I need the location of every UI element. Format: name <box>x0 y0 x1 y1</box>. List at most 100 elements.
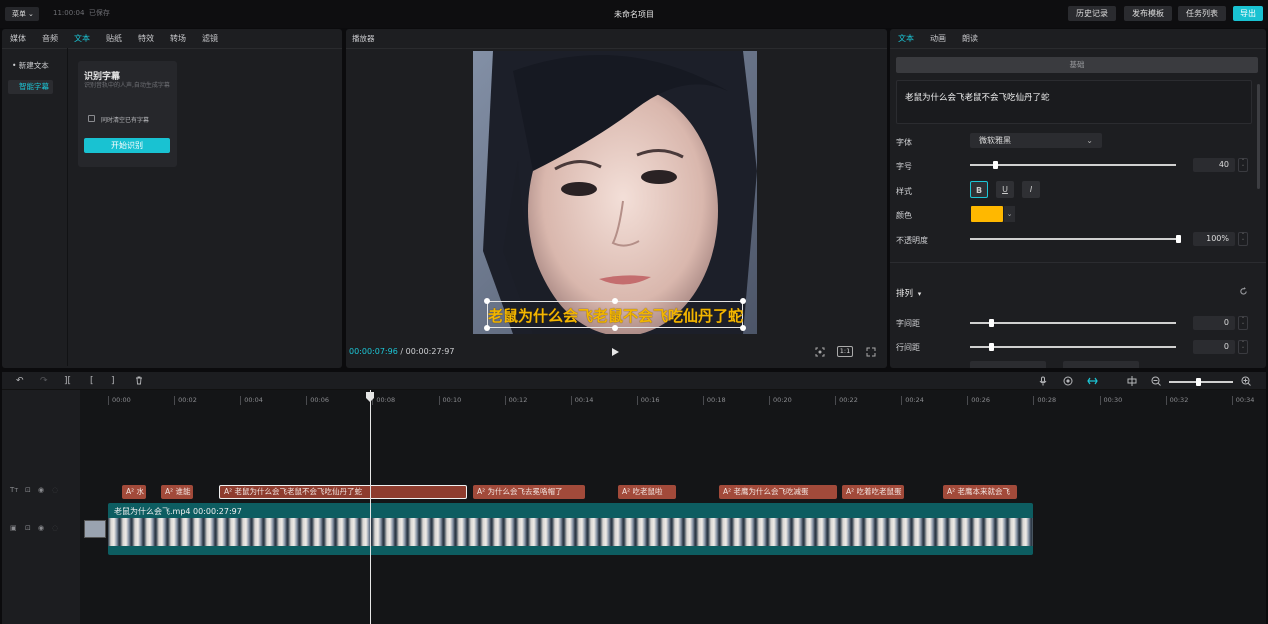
text-track-icon: Tт <box>10 486 19 494</box>
font-size-slider[interactable] <box>970 164 1176 166</box>
text-clip[interactable]: A² 老鼠为什么会飞老鼠不会飞吃仙丹了蛇 <box>219 485 467 499</box>
text-clip[interactable]: A² 谁能 <box>161 485 193 499</box>
video-clip[interactable]: 老鼠为什么会飞.mp4 00:00:27:97 <box>108 503 1033 555</box>
menu-button[interactable]: 菜单 ⌄ <box>5 7 39 21</box>
split-icon[interactable]: ][ <box>64 376 71 386</box>
menu-label: 菜单 <box>12 10 26 18</box>
line-spacing-slider-knob[interactable] <box>988 343 994 351</box>
text-content-field[interactable]: 老鼠为什么会飞老鼠不会飞吃仙丹了蛇 <box>896 80 1252 124</box>
tab-transitions[interactable]: 转场 <box>162 33 194 44</box>
reset-icon[interactable] <box>1239 287 1248 296</box>
font-size-input[interactable]: 40 <box>1193 158 1235 172</box>
text-clip[interactable]: A² 为什么会飞去冕咯帽了 <box>473 485 585 499</box>
properties-scrollbar[interactable] <box>1257 84 1260 189</box>
export-button[interactable]: 导出 <box>1233 6 1263 21</box>
task-list-button[interactable]: 任务列表 <box>1178 6 1226 21</box>
publish-template-button[interactable]: 发布模板 <box>1124 6 1172 21</box>
zoom-in-icon[interactable] <box>1241 376 1251 386</box>
letter-spacing-stepper[interactable]: ˄ ˅ <box>1238 316 1248 330</box>
text-clip[interactable]: A² 老鹰本来就会飞 <box>943 485 1017 499</box>
clear-existing-checkbox[interactable] <box>88 115 95 122</box>
tab-effects[interactable]: 特效 <box>130 33 162 44</box>
text-clip[interactable]: A² 吃老鼠啦 <box>618 485 676 499</box>
arrange-section-header[interactable]: 排列 ▾ <box>896 287 921 299</box>
total-time: 00:00:27:97 <box>405 347 455 356</box>
mute-icon[interactable]: ◌ <box>52 524 58 532</box>
lock-icon[interactable]: ⊡ <box>25 486 31 494</box>
resize-handle-bc[interactable] <box>612 325 618 331</box>
preview-axis-icon[interactable] <box>1127 376 1137 386</box>
start-recognition-button[interactable]: 开始识别 <box>84 138 170 153</box>
opacity-stepper[interactable]: ˄ ˅ <box>1238 232 1248 246</box>
resize-handle-tr[interactable] <box>740 298 746 304</box>
tab-sticker[interactable]: 贴纸 <box>98 33 130 44</box>
underline-button[interactable]: U <box>996 181 1014 198</box>
text-clip[interactable]: A² 吃着吃老鼠蛋 <box>842 485 904 499</box>
bold-button[interactable]: B <box>970 181 988 198</box>
undo-icon[interactable]: ↶ <box>16 376 24 386</box>
microphone-icon[interactable] <box>1039 376 1047 386</box>
eye-icon[interactable]: ◉ <box>38 524 44 532</box>
tab-text-props[interactable]: 文本 <box>890 33 922 44</box>
resize-handle-tl[interactable] <box>484 298 490 304</box>
trim-left-icon[interactable]: [ <box>90 376 94 386</box>
text-clip[interactable]: A² 水 <box>122 485 146 499</box>
letter-spacing-label: 字间距 <box>896 319 920 328</box>
chevron-down-icon[interactable]: ⌄ <box>1004 206 1015 222</box>
subtitle-selection-box[interactable]: 老鼠为什么会飞老鼠不会飞吃仙丹了蛇 <box>487 301 743 328</box>
tab-animation[interactable]: 动画 <box>922 33 954 44</box>
subtitle-preview-text: 老鼠为什么会飞老鼠不会飞吃仙丹了蛇 <box>488 307 744 325</box>
delete-icon[interactable] <box>135 376 143 385</box>
resize-handle-bl[interactable] <box>484 325 490 331</box>
font-size-stepper[interactable]: ˄ ˅ <box>1238 158 1248 172</box>
letter-spacing-slider-knob[interactable] <box>988 319 994 327</box>
sidebar-item-smart-subtitles[interactable]: 智能字幕 <box>8 80 53 94</box>
section-basic-header[interactable]: 基础 <box>896 57 1258 73</box>
lock-icon[interactable]: ⊡ <box>25 524 31 532</box>
opacity-slider[interactable] <box>970 238 1178 240</box>
sidebar-item-new-text[interactable]: • 新建文本 <box>8 59 53 73</box>
fullscreen-icon[interactable] <box>866 347 876 357</box>
line-spacing-input[interactable]: 0 <box>1193 340 1235 354</box>
redo-icon[interactable]: ↷ <box>40 376 48 386</box>
tab-text[interactable]: 文本 <box>66 33 98 44</box>
ruler-tick-label: 00:14 <box>570 396 593 405</box>
timeline-ruler[interactable]: 00:00 00:02 00:04 00:06 00:08 00:10 00:12 00:14… <box>108 392 1266 406</box>
opacity-slider-knob[interactable] <box>1176 235 1181 243</box>
text-clip[interactable]: A² 老鹰为什么会飞吃减蛋 <box>719 485 837 499</box>
fit-screen-icon[interactable] <box>815 347 825 357</box>
zoom-out-icon[interactable] <box>1151 376 1161 386</box>
letter-spacing-slider[interactable] <box>970 322 1176 324</box>
link-icon[interactable] <box>1087 377 1098 385</box>
tab-filters[interactable]: 滤镜 <box>194 33 226 44</box>
mute-icon[interactable]: ◌ <box>52 486 58 494</box>
play-icon[interactable] <box>611 347 620 357</box>
letter-spacing-input[interactable]: 0 <box>1193 316 1235 330</box>
text-color-swatch[interactable] <box>971 206 1003 222</box>
video-track-cover-thumbnail[interactable] <box>84 520 106 538</box>
playhead-line[interactable] <box>370 390 371 624</box>
zoom-slider[interactable] <box>1169 381 1233 383</box>
trim-right-icon[interactable]: ] <box>111 376 115 386</box>
snap-icon[interactable] <box>1063 376 1073 386</box>
video-preview[interactable] <box>473 51 757 334</box>
alignment-button-partial-2[interactable] <box>1063 361 1139 368</box>
history-button[interactable]: 历史记录 <box>1068 6 1116 21</box>
zoom-slider-knob[interactable] <box>1195 378 1201 386</box>
line-spacing-stepper[interactable]: ˄ ˅ <box>1238 340 1248 354</box>
card-description: 识别音轨中的人声,自动生成字幕 <box>84 82 170 89</box>
tab-audio[interactable]: 音频 <box>34 33 66 44</box>
eye-icon[interactable]: ◉ <box>38 486 44 494</box>
resize-handle-br[interactable] <box>740 325 746 331</box>
resize-handle-tc[interactable] <box>612 298 618 304</box>
video-track-icon: ▣ <box>10 524 17 532</box>
tab-read-aloud[interactable]: 朗读 <box>954 33 986 44</box>
alignment-button-partial[interactable] <box>970 361 1046 368</box>
aspect-ratio-button[interactable]: 1:1 <box>837 346 853 357</box>
font-select[interactable]: 微软雅黑 ⌄ <box>970 133 1102 148</box>
line-spacing-slider[interactable] <box>970 346 1176 348</box>
opacity-input[interactable]: 100% <box>1193 232 1235 246</box>
font-size-slider-knob[interactable] <box>992 161 998 169</box>
italic-button[interactable]: I <box>1022 181 1040 198</box>
tab-media[interactable]: 媒体 <box>2 33 34 44</box>
